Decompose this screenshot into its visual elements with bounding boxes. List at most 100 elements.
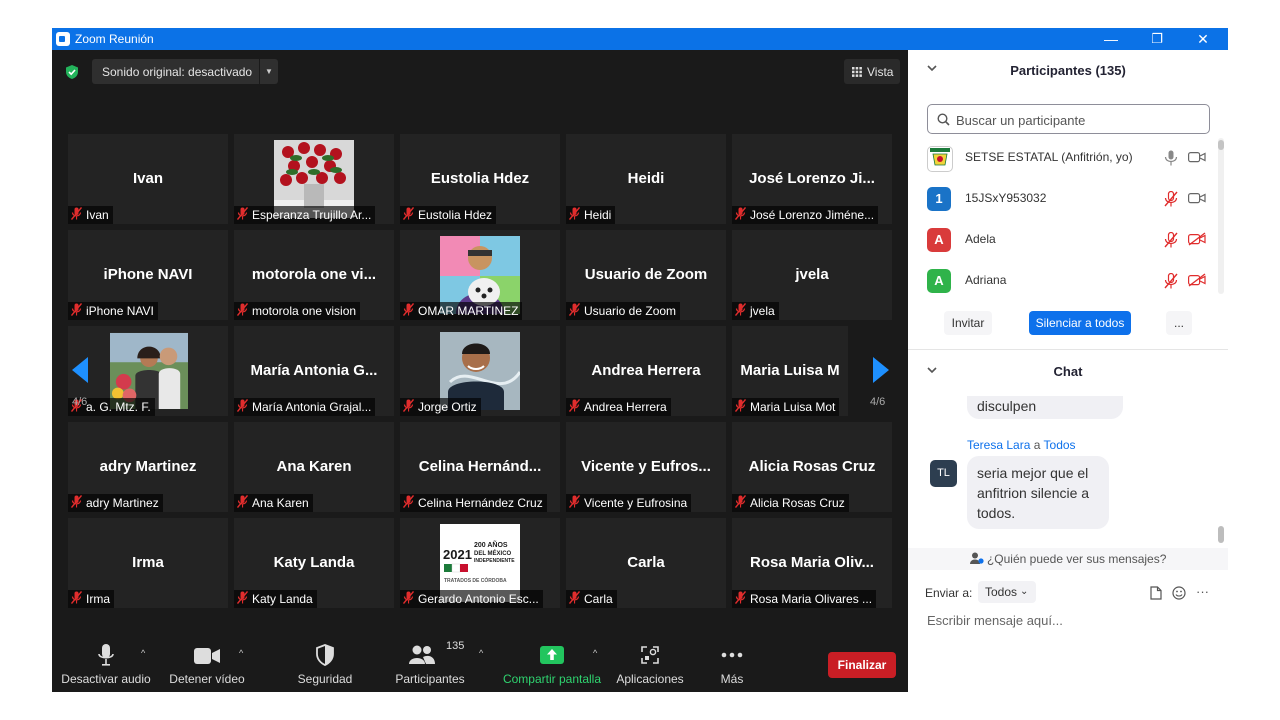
muted-microphone-icon[interactable] [1164, 272, 1178, 294]
video-tile[interactable]: adry Martinez adry Martinez [68, 422, 228, 512]
video-off-icon[interactable] [1188, 232, 1206, 251]
chat-title: Chat [1053, 364, 1083, 379]
tile-name-label: motorola one vision [234, 302, 361, 320]
video-tile[interactable]: Andrea Herrera Andrea Herrera [566, 326, 726, 416]
zoom-logo-icon [56, 32, 70, 46]
participants-options-caret-icon[interactable]: ^ [479, 648, 483, 658]
file-icon[interactable] [1150, 586, 1162, 600]
participant-search-input[interactable] [954, 110, 1208, 130]
participant-search[interactable] [927, 104, 1210, 134]
who-can-see-messages[interactable]: ¿Quién puede ver sus mensajes? [908, 548, 1228, 570]
emoji-icon[interactable] [1172, 586, 1186, 600]
video-tile[interactable]: Irma Irma [68, 518, 228, 608]
video-tile[interactable]: jvela jvela [732, 230, 892, 320]
participants-more-button[interactable]: ... [1166, 311, 1192, 335]
video-tile[interactable]: OMAR MARTINEZ [400, 230, 560, 320]
send-to-dropdown[interactable]: Todos ⌄ [978, 581, 1036, 603]
original-sound-button[interactable]: Sonido original: desactivado ▼ [92, 59, 278, 84]
muted-microphone-icon [402, 206, 415, 224]
tile-participant-name: Vicente y Eufrosina [584, 496, 688, 510]
next-page-arrow-icon[interactable] [873, 357, 889, 383]
participants-header: Participantes (135) [908, 50, 1228, 90]
video-tile[interactable]: Rosa Maria Oliv... Rosa Maria Olivares ..… [732, 518, 892, 608]
tile-name-display: Carla [627, 554, 665, 571]
video-tile[interactable]: Katy Landa Katy Landa [234, 518, 394, 608]
video-tile[interactable]: Maria Luisa M Maria Luisa Mot [732, 326, 848, 416]
video-camera-icon[interactable] [1188, 150, 1206, 169]
video-tile[interactable]: Celina Hernánd... Celina Hernández Cruz [400, 422, 560, 512]
video-camera-icon[interactable] [1188, 191, 1206, 210]
participant-list-scrollbar[interactable] [1218, 140, 1224, 150]
chat-recipient[interactable]: Todos [1044, 438, 1076, 452]
participant-row[interactable]: A Adela [908, 220, 1218, 260]
share-options-caret-icon[interactable]: ^ [593, 648, 597, 658]
person-icon [969, 552, 984, 564]
tile-name-label: Ana Karen [234, 494, 313, 512]
participants-button[interactable]: 135 Participantes [390, 636, 470, 692]
restore-button[interactable]: ❐ [1134, 29, 1180, 49]
muted-microphone-icon[interactable] [1164, 231, 1178, 253]
muted-microphone-icon [568, 398, 581, 416]
prev-page-arrow-icon[interactable] [72, 357, 88, 383]
microphone-icon[interactable] [1164, 150, 1178, 171]
end-meeting-button[interactable]: Finalizar [828, 652, 896, 678]
stop-video-button[interactable]: Detener vídeo [164, 636, 250, 692]
video-off-icon[interactable] [1188, 273, 1206, 292]
muted-microphone-icon [236, 494, 249, 512]
tile-name-label: José Lorenzo Jiméne... [732, 206, 879, 224]
tile-name-display: Andrea Herrera [591, 362, 701, 379]
video-tile[interactable]: Heidi Heidi [566, 134, 726, 224]
tile-name-display: Eustolia Hdez [430, 170, 530, 187]
security-button[interactable]: Seguridad [290, 636, 360, 692]
minimize-button[interactable]: — [1088, 29, 1134, 49]
search-icon [937, 113, 950, 126]
stop-video-label: Detener vídeo [169, 672, 245, 686]
video-tile[interactable]: iPhone NAVI iPhone NAVI [68, 230, 228, 320]
video-tile[interactable]: a. G. Mtz. F. [68, 326, 228, 416]
tile-participant-name: Andrea Herrera [584, 400, 667, 414]
chat-scrollbar[interactable] [1218, 526, 1224, 543]
participant-row[interactable]: 1 15JSxY953032 [908, 179, 1218, 219]
apps-icon [641, 646, 659, 664]
video-tile[interactable]: Jorge Ortiz [400, 326, 560, 416]
participants-title: Participantes (135) [1010, 63, 1126, 78]
apps-button[interactable]: Aplicaciones [612, 636, 688, 692]
video-options-caret-icon[interactable]: ^ [239, 648, 243, 658]
original-sound-dropdown[interactable]: ▼ [259, 59, 278, 84]
video-tile[interactable]: José Lorenzo Ji... José Lorenzo Jiméne... [732, 134, 892, 224]
view-button[interactable]: Vista [844, 59, 900, 84]
svg-text:2021: 2021 [443, 547, 472, 562]
chevron-down-icon: ⌄ [1020, 586, 1029, 597]
video-tile[interactable]: Esperanza Trujillo Ar... [234, 134, 394, 224]
audio-options-caret-icon[interactable]: ^ [141, 648, 145, 658]
video-tile[interactable]: Eustolia Hdez Eustolia Hdez [400, 134, 560, 224]
mute-all-button[interactable]: Silenciar a todos [1029, 311, 1131, 335]
chat-message-line: todos. [977, 505, 1016, 521]
video-tile[interactable]: motorola one vi... motorola one vision [234, 230, 394, 320]
encryption-shield-icon[interactable] [64, 64, 80, 80]
chat-sender-name[interactable]: Teresa Lara [967, 438, 1030, 452]
chat-message-previous-text: disculpen [977, 398, 1037, 414]
video-tile[interactable]: Vicente y Eufros... Vicente y Eufrosina [566, 422, 726, 512]
muted-microphone-icon[interactable] [1164, 190, 1178, 212]
tile-name-display: iPhone NAVI [103, 266, 193, 283]
video-tile[interactable]: Alicia Rosas Cruz Alicia Rosas Cruz [732, 422, 892, 512]
more-button[interactable]: Más [702, 636, 762, 692]
video-tile[interactable]: Ivan Ivan [68, 134, 228, 224]
title-bar: Zoom Reunión — ❐ ✕ [52, 28, 1228, 50]
participant-row[interactable]: SETSE ESTATAL (Anfitrión, yo) [908, 138, 1218, 178]
video-tile[interactable]: María Antonia G... María Antonia Grajal..… [234, 326, 394, 416]
video-tile[interactable]: Carla Carla [566, 518, 726, 608]
participant-row[interactable]: A Adriana [908, 261, 1218, 301]
chat-more-button[interactable]: ··· [1196, 584, 1209, 599]
video-tile[interactable]: Ana Karen Ana Karen [234, 422, 394, 512]
tile-name-label: Eustolia Hdez [400, 206, 497, 224]
close-button[interactable]: ✕ [1180, 29, 1226, 49]
chat-message-input[interactable] [925, 612, 1219, 629]
mute-audio-label: Desactivar audio [61, 672, 151, 686]
invite-button[interactable]: Invitar [944, 311, 992, 335]
mute-audio-button[interactable]: Desactivar audio [58, 636, 154, 692]
video-tile[interactable]: Usuario de Zoom Usuario de Zoom [566, 230, 726, 320]
video-tile[interactable]: 2021 200 AÑOS DEL MÉXICO INDEPENDIENTE TRATA… [400, 518, 560, 608]
share-screen-button[interactable]: Compartir pantalla [500, 636, 604, 692]
